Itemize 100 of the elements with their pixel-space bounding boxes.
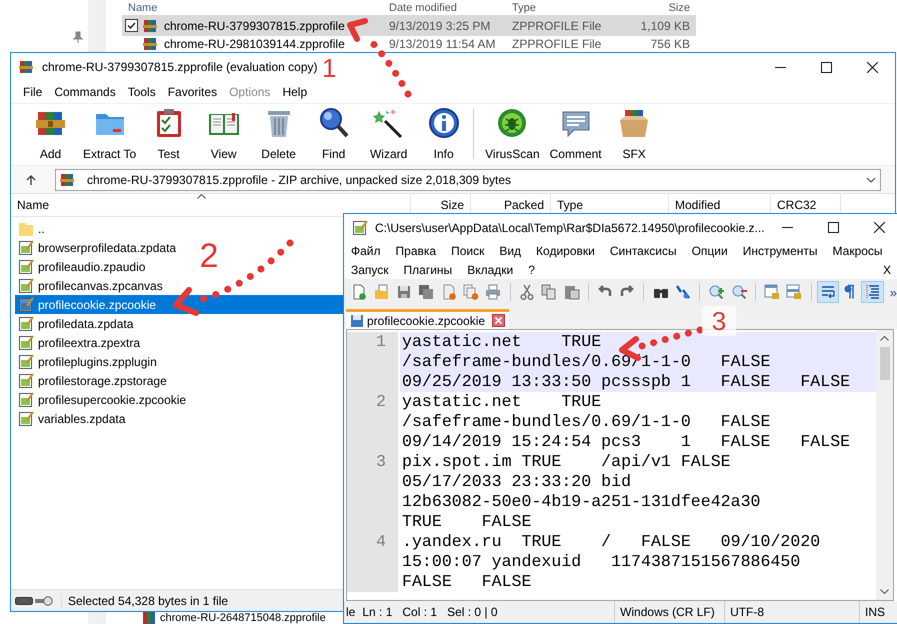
address-field[interactable]: chrome-RU-3799307815.zpprofile - ZIP archive, unpacked size 2,018,309 bytes [55,168,881,190]
scrollbar[interactable] [876,330,893,600]
archive-icon [60,172,76,188]
more-button[interactable]: » [890,284,897,300]
menu-item[interactable]: Help [276,85,314,99]
info-icon [428,107,460,139]
replace-icon[interactable] [674,284,691,300]
menu-item[interactable]: Поиск [451,244,484,258]
code-line: 05/17/2033 23:33:20 bid [401,472,632,492]
menu-item[interactable]: Кодировки [536,244,595,258]
file-row[interactable]: profilecanvas.zpcanvas [15,276,166,295]
toolbar-button[interactable]: Delete [251,107,306,161]
menu-item[interactable]: Tools [122,85,162,99]
file-row[interactable]: browserprofiledata.zpdata [15,238,180,257]
file-row[interactable]: profileaudio.zpaudio [15,257,148,276]
magnifier-icon [318,107,350,139]
file-row[interactable]: chrome-RU-2981039144.zpprofile 9/13/2019 11:54 AM ZPPROFILE File 756 KB [122,36,696,52]
save-all-icon[interactable] [418,284,434,300]
file-row[interactable]: variables.zpdata [15,409,128,428]
maximize-icon[interactable] [820,62,832,72]
menu-item[interactable]: Плагины [404,262,452,276]
toolbar-button[interactable]: Extract To [78,107,142,161]
indent-guide-icon[interactable] [864,284,881,300]
notepad-icon [18,240,34,256]
toolbar-button[interactable]: View [196,107,252,161]
pin-icon[interactable] [73,31,83,43]
scissors-icon[interactable] [518,284,535,300]
zoom-out-icon[interactable] [730,284,747,300]
file-row[interactable]: profilecookie.zpcookie [15,295,343,314]
file-row[interactable]: profiledata.zpdata [15,314,136,333]
menu-item[interactable]: Инструменты [742,244,818,258]
notepad-icon [18,258,34,274]
file-row[interactable]: .. [15,219,48,238]
zoom-in-icon[interactable] [708,284,724,300]
line-number: 4 [347,532,400,592]
notepad-icon [18,410,34,426]
code-line: FALSE FALSE [401,572,532,592]
file-row[interactable]: profileplugins.zpplugin [15,352,160,371]
column-header[interactable]: Name [122,2,383,14]
close-document-button[interactable]: X [882,262,891,276]
scroll-up-icon[interactable] [880,336,889,341]
toolbar-button[interactable]: SFX [606,107,662,161]
document-tab[interactable]: profilecookie.zpcookie [346,309,510,329]
new-file-icon[interactable] [351,284,368,300]
caret-icon[interactable] [866,176,876,182]
toolbar-button[interactable]: Find [306,107,362,161]
menu-item[interactable]: Опции [692,244,728,258]
annotation-number: 1 [322,55,336,81]
column-header[interactable]: Date modified [383,2,506,14]
menu-item[interactable]: Commands [48,85,122,99]
toolbar-button[interactable]: Info [416,107,472,161]
toolbar-button[interactable]: Test [141,107,196,161]
bug-icon [496,107,528,139]
column-header[interactable]: Size [611,2,696,14]
close-file-icon[interactable] [440,284,457,300]
close-all-icon[interactable] [463,284,480,300]
file-row[interactable]: profilestorage.zpstorage [15,371,170,390]
drive-icon [15,596,33,604]
file-row[interactable]: profilesupercookie.zpcookie [15,390,190,409]
copy-icon[interactable] [541,284,558,300]
type-cell-text: ZPPROFILE File [511,18,602,32]
file-row[interactable]: chrome-RU-3799307815.zpprofile 9/13/2019 3:25 PM ZPPROFILE File 1,109 KB [122,15,696,36]
toolbar-button[interactable]: Wizard [361,107,416,161]
menu-item[interactable]: Синтаксисы [610,244,677,258]
up-arrow-icon[interactable] [25,174,37,186]
menu-item[interactable]: ? [528,262,535,276]
notepad-icon [18,392,34,408]
printer-icon[interactable] [485,284,502,300]
checkbox[interactable] [125,19,138,32]
window-title: C:\Users\user\AppData\Local\Temp\Rar$DIa5672.14950\profilecookie.z... [375,220,765,234]
scroll-down-icon[interactable] [880,589,889,594]
toolbar-button[interactable]: Add [23,107,78,161]
minimize-icon[interactable] [782,226,794,229]
menu-item[interactable]: Файл [351,244,381,258]
menu-item[interactable]: Запуск [351,262,389,276]
toolbar-button[interactable]: VirusScan [480,107,545,161]
minimize-icon[interactable] [774,66,786,68]
maximize-icon[interactable] [828,222,840,233]
menu-item[interactable]: Макросы [832,244,883,258]
menu-item[interactable]: Favorites [162,85,224,99]
paste-icon[interactable] [564,284,580,300]
scroll-thumb[interactable] [880,347,890,380]
word-wrap-icon[interactable] [820,284,836,300]
status-text: Windows (CR LF) [614,601,724,623]
toolbar-button[interactable]: Comment [544,107,607,161]
close-icon[interactable] [866,62,878,72]
menu-item[interactable]: File [17,85,48,99]
menu-item[interactable]: Правка [396,244,436,258]
save-icon[interactable] [396,284,412,300]
menu-item[interactable]: Вкладки [467,262,514,276]
code-line: TRUE FALSE [401,512,532,532]
window-title: chrome-RU-3799307815.zpprofile (evaluation copy) [42,60,318,74]
close-icon[interactable] [492,314,506,327]
file-row[interactable]: profileextra.zpextra [15,333,144,352]
open-folder-icon[interactable] [374,284,390,300]
close-icon[interactable] [874,222,886,233]
window-lock-icon[interactable] [786,284,802,300]
column-header[interactable]: Type [506,2,611,14]
window-lock-icon[interactable] [764,284,780,300]
menu-item[interactable]: Вид [499,244,522,258]
